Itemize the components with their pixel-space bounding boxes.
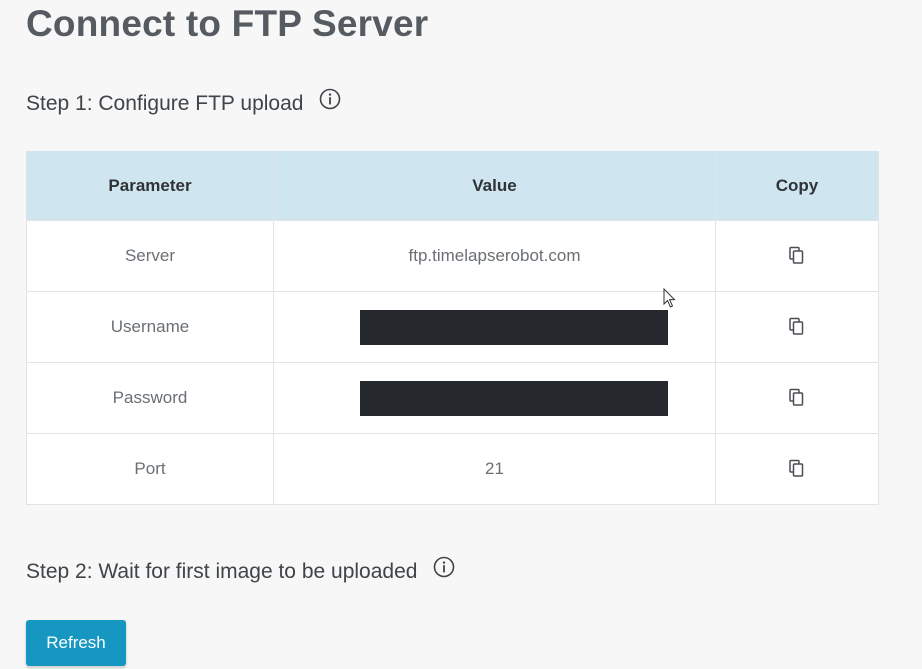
- table-row-username: Username: [26, 291, 879, 363]
- copy-cell: [715, 433, 879, 505]
- parameter-cell: Username: [26, 291, 274, 363]
- step2-heading-text: Step 2: Wait for first image to be uploa…: [26, 560, 418, 583]
- table-row-server: Server ftp.timelapserobot.com: [26, 220, 879, 292]
- info-icon[interactable]: [319, 88, 341, 110]
- step1-heading-text: Step 1: Configure FTP upload: [26, 92, 304, 115]
- column-header-copy: Copy: [715, 151, 879, 221]
- value-cell: ftp.timelapserobot.com: [273, 220, 716, 292]
- copy-server-icon[interactable]: [788, 246, 806, 266]
- value-cell: [273, 291, 716, 363]
- mouse-pointer-icon: [663, 287, 677, 310]
- ftp-parameters-table: Parameter Value Copy Server ftp.timelaps…: [26, 151, 879, 505]
- copy-cell: [715, 362, 879, 434]
- copy-port-icon[interactable]: [788, 459, 806, 479]
- refresh-button[interactable]: Refresh: [26, 620, 126, 666]
- table-row-password: Password: [26, 362, 879, 434]
- column-header-value: Value: [273, 151, 716, 221]
- page-title: Connect to FTP Server: [26, 3, 429, 44]
- value-cell: [273, 362, 716, 434]
- redacted-value: [359, 380, 668, 416]
- copy-username-icon[interactable]: [788, 317, 806, 337]
- copy-password-icon[interactable]: [788, 388, 806, 408]
- ftp-connect-page: Connect to FTP Server Step 1: Configure …: [0, 0, 922, 669]
- value-cell: 21: [273, 433, 716, 505]
- column-header-parameter: Parameter: [26, 151, 274, 221]
- step2-heading: Step 2: Wait for first image to be uploa…: [26, 556, 455, 586]
- parameter-cell: Port: [26, 433, 274, 505]
- info-icon[interactable]: [433, 556, 455, 578]
- copy-cell: [715, 291, 879, 363]
- parameter-cell: Password: [26, 362, 274, 434]
- redacted-value: [359, 309, 668, 345]
- step1-heading: Step 1: Configure FTP upload: [26, 88, 341, 118]
- table-row-port: Port 21: [26, 433, 879, 505]
- table-header-row: Parameter Value Copy: [26, 151, 879, 221]
- parameter-cell: Server: [26, 220, 274, 292]
- copy-cell: [715, 220, 879, 292]
- table-header: Parameter Value Copy: [26, 151, 879, 221]
